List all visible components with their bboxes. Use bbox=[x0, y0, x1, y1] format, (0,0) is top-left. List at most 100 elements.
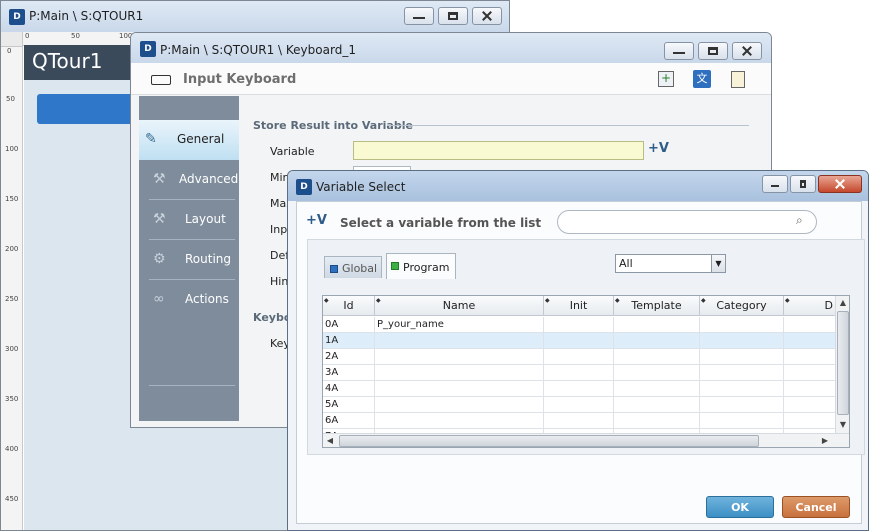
table-row[interactable]: 6A bbox=[323, 413, 835, 429]
ruler-v-tick: 450 bbox=[5, 495, 19, 503]
nav-routing[interactable]: ⚙ Routing bbox=[147, 240, 235, 280]
link-icon: ∞ bbox=[153, 291, 165, 307]
cell-name bbox=[375, 349, 544, 365]
nav-divider bbox=[149, 385, 235, 386]
cell-category bbox=[700, 349, 784, 365]
page-icon[interactable] bbox=[731, 71, 745, 88]
nav-label: General bbox=[177, 132, 225, 146]
hscroll-thumb[interactable] bbox=[339, 435, 759, 447]
cancel-button[interactable]: Cancel bbox=[782, 496, 850, 518]
maximize-button[interactable] bbox=[790, 175, 816, 193]
cell-template bbox=[614, 397, 700, 413]
cell-id: 4A bbox=[323, 381, 375, 397]
filter-select[interactable]: All ▼ bbox=[615, 254, 726, 273]
ruler-v-tick: 100 bbox=[5, 145, 19, 153]
ruler-h-tick: 0 bbox=[25, 32, 30, 40]
translate-icon[interactable]: 文 bbox=[693, 70, 711, 88]
table-row[interactable]: 3A bbox=[323, 365, 835, 381]
ruler-v-tick: 300 bbox=[5, 345, 19, 353]
minimize-button[interactable] bbox=[664, 42, 694, 60]
cell-name bbox=[375, 381, 544, 397]
minimize-button[interactable] bbox=[762, 175, 788, 193]
cell-template bbox=[614, 317, 700, 333]
nav-advanced[interactable]: ⚒ Advanced bbox=[147, 160, 239, 200]
nav-actions[interactable]: ∞ Actions bbox=[147, 280, 235, 320]
cell-category bbox=[700, 413, 784, 429]
variable-table: Id Name Init Template Category D 0A P_yo… bbox=[322, 295, 850, 448]
cell-id: 0A bbox=[323, 317, 375, 333]
close-button[interactable] bbox=[472, 7, 502, 25]
cell-template bbox=[614, 365, 700, 381]
cell-init bbox=[544, 381, 614, 397]
section-store-rule bbox=[387, 125, 749, 126]
tab-program[interactable]: Program bbox=[386, 253, 456, 279]
keyboard-icon bbox=[151, 75, 171, 85]
column-header-init[interactable]: Init bbox=[544, 296, 614, 316]
ruler-v-tick: 0 bbox=[7, 47, 12, 55]
tab-global[interactable]: Global bbox=[324, 256, 382, 278]
horizontal-scrollbar[interactable]: ◀ ▶ bbox=[323, 433, 849, 447]
close-button[interactable] bbox=[818, 175, 862, 193]
scroll-down-icon[interactable]: ▼ bbox=[836, 418, 849, 432]
vertical-scrollbar[interactable]: ▲ ▼ bbox=[835, 296, 849, 433]
cell-name: P_your_name bbox=[375, 317, 544, 333]
variable-picker-icon[interactable]: +V bbox=[648, 141, 669, 160]
table-row[interactable]: 1A bbox=[323, 333, 835, 349]
layout-icon: ⚒ bbox=[153, 211, 166, 227]
search-input[interactable] bbox=[557, 210, 817, 234]
program-tab-icon bbox=[391, 262, 399, 270]
variable-header-icon: +V bbox=[306, 213, 327, 228]
cell-id: 3A bbox=[323, 365, 375, 381]
table-row[interactable]: 4A bbox=[323, 381, 835, 397]
ruler-v-tick: 150 bbox=[5, 195, 19, 203]
ruler-v-tick: 50 bbox=[6, 95, 15, 103]
table-row[interactable]: 2A bbox=[323, 349, 835, 365]
form-header-bar[interactable] bbox=[37, 94, 137, 124]
column-header-name[interactable]: Name bbox=[375, 296, 544, 316]
cell-template bbox=[614, 413, 700, 429]
maximize-button[interactable] bbox=[438, 7, 468, 25]
column-header-d[interactable]: D bbox=[784, 296, 836, 316]
cell-name bbox=[375, 397, 544, 413]
variable-label: Variable bbox=[270, 145, 315, 158]
cell-category bbox=[700, 333, 784, 349]
section-keyboard-title: Keybo bbox=[253, 311, 292, 324]
nav-layout[interactable]: ⚒ Layout bbox=[147, 200, 235, 240]
keyboard-window-title: P:Main \ S:QTOUR1 \ Keyboard_1 bbox=[160, 43, 356, 57]
cell-template bbox=[614, 333, 700, 349]
cell-id: 2A bbox=[323, 349, 375, 365]
gear-icon: ⚙ bbox=[153, 251, 166, 267]
table-row[interactable]: 5A bbox=[323, 397, 835, 413]
minimize-button[interactable] bbox=[404, 7, 434, 25]
scroll-left-icon[interactable]: ◀ bbox=[323, 434, 337, 447]
cell-template bbox=[614, 381, 700, 397]
add-item-icon[interactable]: + bbox=[658, 71, 674, 87]
nav-label: Advanced bbox=[179, 172, 239, 186]
variable-field[interactable] bbox=[353, 141, 644, 160]
cell-category bbox=[700, 397, 784, 413]
column-header-category[interactable]: Category bbox=[700, 296, 784, 316]
nav-label: Layout bbox=[185, 212, 226, 226]
table-row[interactable]: 0A P_your_name bbox=[323, 317, 835, 333]
cell-category bbox=[700, 365, 784, 381]
hint-label: Hin bbox=[270, 275, 289, 288]
maximize-button[interactable] bbox=[698, 42, 728, 60]
scroll-right-icon[interactable]: ▶ bbox=[818, 434, 832, 447]
instruction-label: Select a variable from the list bbox=[340, 216, 542, 230]
scroll-up-icon[interactable]: ▲ bbox=[836, 296, 849, 310]
nav-general[interactable]: ✎ General bbox=[139, 120, 239, 160]
form-title: QTour1 bbox=[32, 49, 103, 73]
cell-init bbox=[544, 397, 614, 413]
column-header-template[interactable]: Template bbox=[614, 296, 700, 316]
close-button[interactable] bbox=[732, 42, 762, 60]
nav-label: Actions bbox=[185, 292, 229, 306]
column-header-id[interactable]: Id bbox=[323, 296, 375, 316]
cell-category bbox=[700, 381, 784, 397]
cell-init bbox=[544, 413, 614, 429]
tab-label: Program bbox=[403, 261, 450, 274]
ok-button[interactable]: OK bbox=[706, 496, 774, 518]
ruler-h-tick: 50 bbox=[71, 32, 80, 40]
scroll-thumb[interactable] bbox=[837, 311, 849, 415]
ruler-corner bbox=[1, 32, 23, 47]
chevron-down-icon[interactable]: ▼ bbox=[711, 255, 725, 272]
